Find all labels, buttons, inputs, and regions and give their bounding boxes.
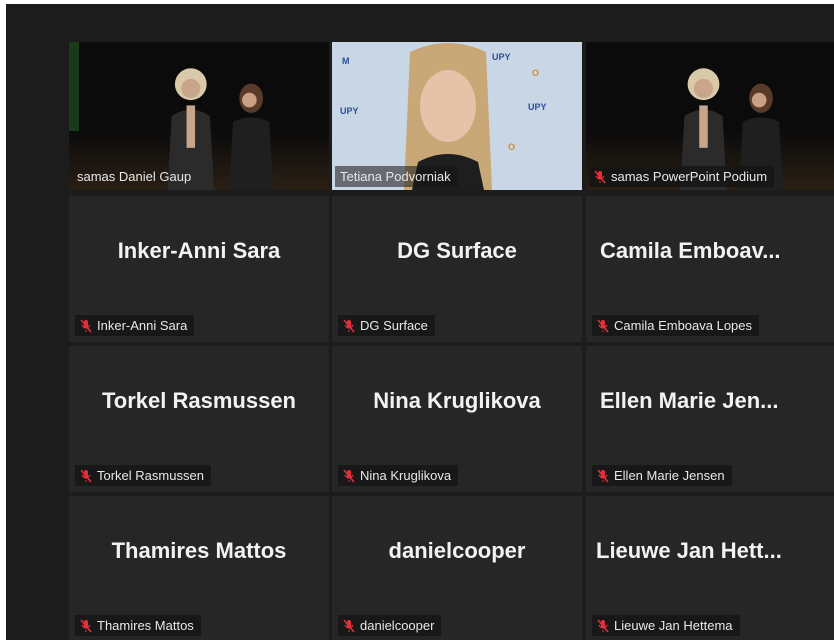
participant-name-label: Ellen Marie Jensen — [592, 465, 732, 486]
participant-name: Thamires Mattos — [97, 618, 194, 633]
participant-name-label: Lieuwe Jan Hettema — [592, 615, 740, 636]
interviewer-figure — [229, 84, 273, 190]
participant-name-label: Tetiana Podvorniak — [335, 166, 458, 187]
participant-name-label: Camila Emboava Lopes — [592, 315, 760, 336]
mic-muted-icon — [343, 318, 355, 333]
participant-display-name: Thamires Mattos — [111, 538, 287, 563]
participant-name: Lieuwe Jan Hettema — [614, 618, 733, 633]
participant-name: samas Daniel Gaup — [77, 169, 192, 184]
participant-display-name: Camila Emboav... — [600, 238, 781, 263]
mic-muted-icon — [597, 318, 609, 333]
participant-tile-video[interactable]: samas PowerPoint Podium — [586, 42, 834, 190]
participant-name-label: samas Daniel Gaup — [72, 166, 198, 187]
participant-name-label: DG Surface — [338, 315, 435, 336]
participant-display-name: Inker-Anni Sara — [117, 238, 281, 263]
participant-name: Tetiana Podvorniak — [340, 169, 451, 184]
participant-name-label: danielcooper — [338, 615, 442, 636]
participant-tile[interactable]: Torkel Rasmussen Torkel Rasmussen — [69, 346, 329, 492]
participant-name: DG Surface — [360, 318, 428, 333]
mic-muted-icon — [80, 318, 92, 333]
participant-name: samas PowerPoint Podium — [611, 169, 768, 184]
participant-name: Inker-Anni Sara — [97, 318, 188, 333]
participant-tile[interactable]: Lieuwe Jan Hett... Lieuwe Jan Hettema — [586, 496, 834, 640]
participant-tile[interactable]: Camila Emboav... Camila Emboava Lopes — [586, 196, 834, 342]
participant-display-name: Ellen Marie Jen... — [600, 388, 779, 413]
mic-muted-icon — [597, 618, 609, 633]
participant-name: danielcooper — [360, 618, 435, 633]
mic-muted-icon — [80, 618, 92, 633]
mic-muted-icon — [594, 169, 606, 184]
participant-name: Camila Emboava Lopes — [614, 318, 753, 333]
participant-name: Torkel Rasmussen — [97, 468, 204, 483]
participant-name: Nina Kruglikova — [360, 468, 452, 483]
participant-tile[interactable]: Inker-Anni Sara Inker-Anni Sara — [69, 196, 329, 342]
participant-name-label: samas PowerPoint Podium — [589, 166, 775, 187]
participant-name: Ellen Marie Jensen — [614, 468, 725, 483]
participant-name-label: Inker-Anni Sara — [75, 315, 195, 336]
participant-tile[interactable]: Thamires Mattos Thamires Mattos — [69, 496, 329, 640]
participant-display-name: Nina Kruglikova — [373, 388, 541, 413]
participant-tile[interactable]: Ellen Marie Jen... Ellen Marie Jensen — [586, 346, 834, 492]
participant-name-label: Thamires Mattos — [75, 615, 201, 636]
participant-name-label: Torkel Rasmussen — [75, 465, 211, 486]
participant-tile[interactable]: Nina Kruglikova Nina Kruglikova — [332, 346, 582, 492]
participant-tile[interactable]: DG Surface DG Surface — [332, 196, 582, 342]
participant-tile-video[interactable]: M UPY O UPY UPY O Tetiana Podvorniak — [332, 42, 582, 190]
participant-display-name: danielcooper — [388, 538, 526, 563]
participant-display-name: DG Surface — [397, 238, 517, 263]
participant-display-name: Lieuwe Jan Hett... — [596, 538, 782, 563]
participant-tile-video[interactable]: samas Daniel Gaup — [69, 42, 329, 190]
participant-tile[interactable]: danielcooper danielcooper — [332, 496, 582, 640]
mic-muted-icon — [597, 468, 609, 483]
mic-muted-icon — [80, 468, 92, 483]
mic-muted-icon — [343, 618, 355, 633]
participant-display-name: Torkel Rasmussen — [101, 388, 296, 413]
participant-name-label: Nina Kruglikova — [338, 465, 459, 486]
mic-muted-icon — [343, 468, 355, 483]
video-call-gallery: samas Daniel Gaup M UPY O UPY UPY O Teti… — [6, 4, 834, 640]
